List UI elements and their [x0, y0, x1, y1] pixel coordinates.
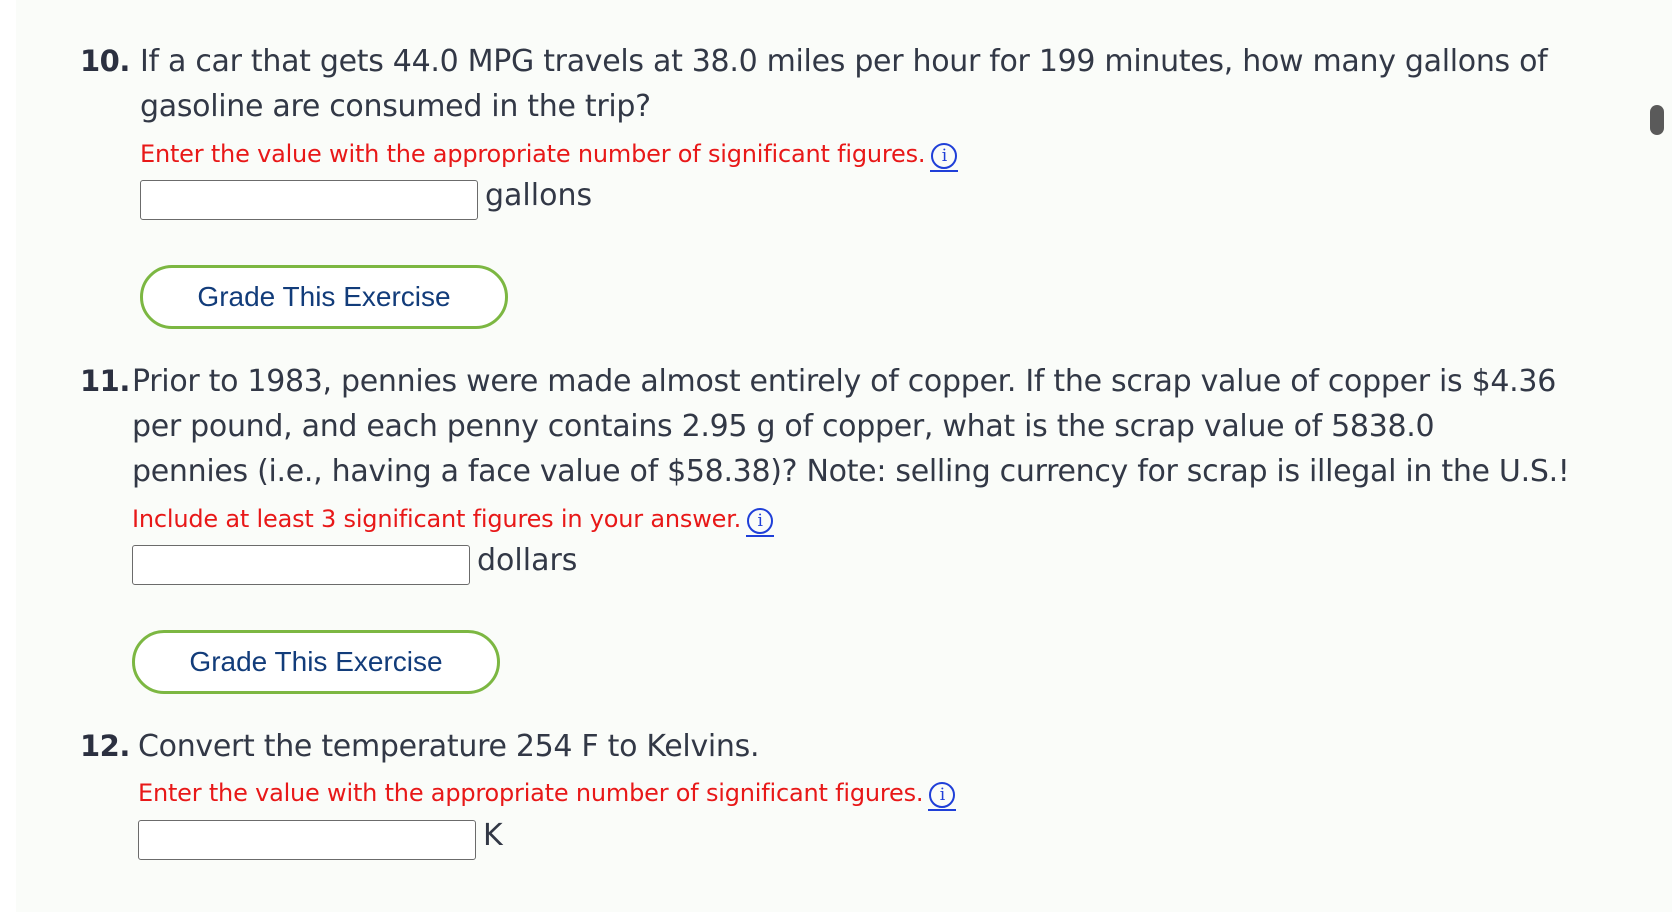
- question-11-unit: dollars: [477, 543, 578, 578]
- question-12-answer-input[interactable]: [138, 820, 476, 860]
- question-11-hint-text: Include at least 3 significant figures i…: [132, 505, 742, 533]
- question-10-text-line-2: gasoline are consumed in the trip?: [140, 89, 651, 124]
- question-10-unit: gallons: [485, 178, 593, 213]
- question-12-hint-text: Enter the value with the appropriate num…: [138, 779, 924, 807]
- question-10-hint: Enter the value with the appropriate num…: [140, 140, 959, 172]
- page: 10. If a car that gets 44.0 MPG travels …: [0, 0, 1672, 912]
- info-icon[interactable]: i: [928, 782, 957, 811]
- question-12-hint: Enter the value with the appropriate num…: [138, 779, 957, 811]
- question-11-hint: Include at least 3 significant figures i…: [132, 505, 775, 537]
- question-11-text-line-3: pennies (i.e., having a face value of $5…: [132, 454, 1570, 489]
- question-12-unit: K: [483, 818, 503, 853]
- scrollbar-thumb[interactable]: [1650, 105, 1664, 135]
- question-10-number: 10.: [80, 44, 130, 78]
- question-10-grade-button[interactable]: Grade This Exercise: [140, 265, 508, 329]
- exercise-panel: 10. If a car that gets 44.0 MPG travels …: [16, 0, 1672, 912]
- question-11-answer-input[interactable]: [132, 545, 470, 585]
- info-icon[interactable]: i: [930, 143, 959, 172]
- question-11-number: 11.: [80, 364, 130, 398]
- question-12-text: Convert the temperature 254 F to Kelvins…: [138, 729, 760, 764]
- info-icon[interactable]: i: [746, 508, 775, 537]
- question-10-hint-text: Enter the value with the appropriate num…: [140, 140, 926, 168]
- question-11-text-line-1: Prior to 1983, pennies were made almost …: [132, 364, 1556, 399]
- question-11-grade-button[interactable]: Grade This Exercise: [132, 630, 500, 694]
- question-12-number: 12.: [80, 729, 130, 763]
- question-10-text-line-1: If a car that gets 44.0 MPG travels at 3…: [140, 44, 1548, 79]
- question-10-answer-input[interactable]: [140, 180, 478, 220]
- question-11-text-line-2: per pound, and each penny contains 2.95 …: [132, 409, 1435, 444]
